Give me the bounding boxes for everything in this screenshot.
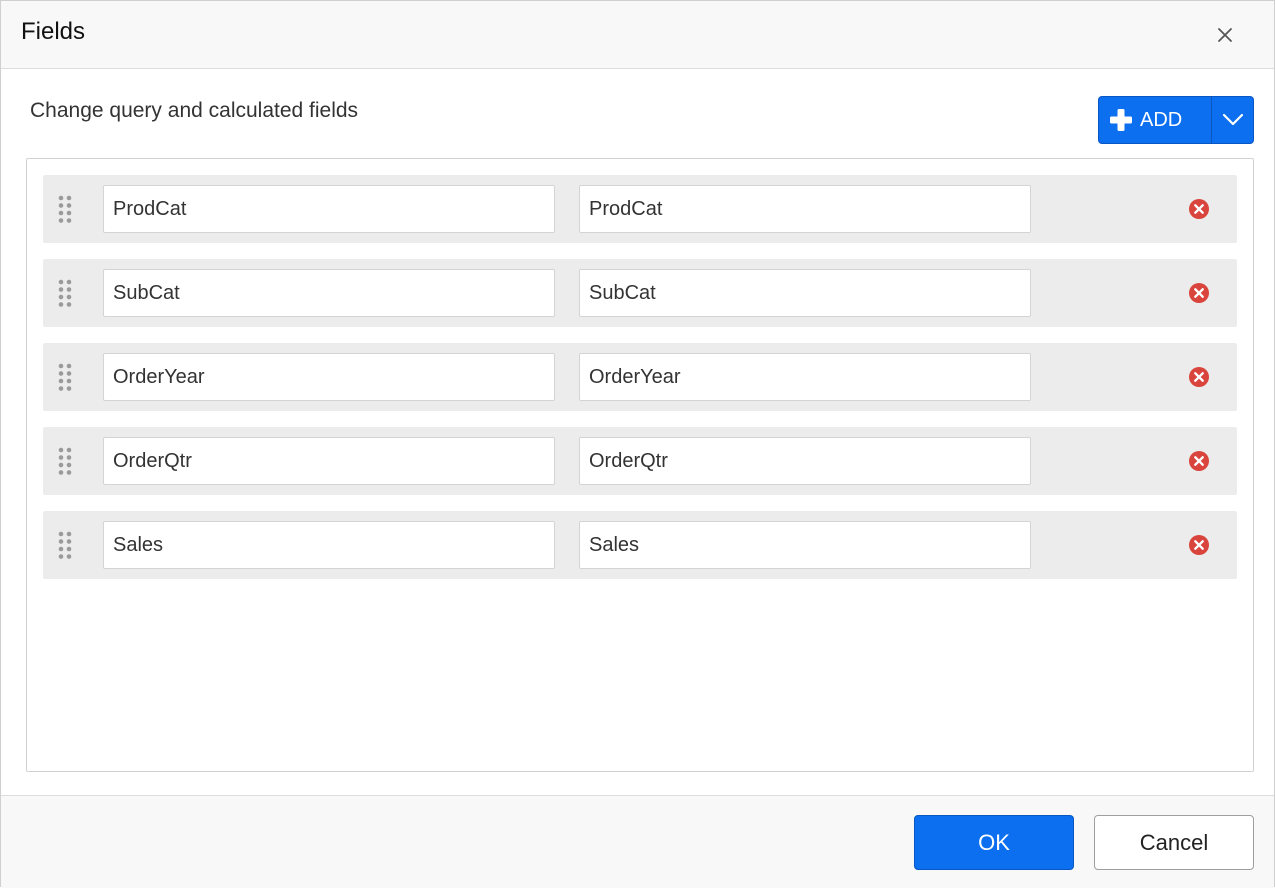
drag-handle-icon[interactable] (57, 447, 73, 475)
cancel-button[interactable]: Cancel (1094, 815, 1254, 870)
field-value-input[interactable] (579, 521, 1031, 569)
field-value-input[interactable] (579, 353, 1031, 401)
dialog-title: Fields (21, 18, 86, 45)
field-value-input[interactable] (579, 185, 1031, 233)
plus-icon (1110, 109, 1132, 131)
remove-icon (1189, 199, 1209, 219)
remove-icon (1189, 535, 1209, 555)
dialog-footer: OK Cancel (1, 795, 1274, 888)
field-row (43, 259, 1237, 327)
section-subtitle: Change query and calculated fields (30, 99, 359, 122)
drag-handle-icon[interactable] (57, 531, 73, 559)
chevron-down-icon (1222, 113, 1243, 126)
close-icon (1218, 28, 1232, 42)
field-row (43, 427, 1237, 495)
field-value-input[interactable] (579, 269, 1031, 317)
drag-handle-icon[interactable] (57, 195, 73, 223)
field-row (43, 343, 1237, 411)
field-name-input[interactable] (103, 185, 555, 233)
remove-field-button[interactable] (1189, 451, 1209, 471)
remove-icon (1189, 451, 1209, 471)
remove-field-button[interactable] (1189, 367, 1209, 387)
field-name-input[interactable] (103, 353, 555, 401)
remove-icon (1189, 283, 1209, 303)
add-dropdown-toggle[interactable] (1212, 97, 1253, 143)
add-button-label: ADD (1140, 108, 1183, 131)
add-split-button: ADD (1098, 96, 1254, 144)
field-row (43, 511, 1237, 579)
remove-field-button[interactable] (1189, 283, 1209, 303)
dialog-header: Fields (1, 1, 1274, 69)
field-row (43, 175, 1237, 243)
fields-list (26, 158, 1254, 772)
drag-handle-icon[interactable] (57, 279, 73, 307)
remove-icon (1189, 367, 1209, 387)
remove-field-button[interactable] (1189, 535, 1209, 555)
fields-dialog: Fields Change query and calculated field… (0, 0, 1275, 888)
field-name-input[interactable] (103, 269, 555, 317)
field-value-input[interactable] (579, 437, 1031, 485)
field-name-input[interactable] (103, 437, 555, 485)
drag-handle-icon[interactable] (57, 363, 73, 391)
close-button[interactable] (1210, 21, 1240, 49)
field-name-input[interactable] (103, 521, 555, 569)
remove-field-button[interactable] (1189, 199, 1209, 219)
add-button[interactable]: ADD (1099, 97, 1211, 143)
ok-button[interactable]: OK (914, 815, 1074, 870)
